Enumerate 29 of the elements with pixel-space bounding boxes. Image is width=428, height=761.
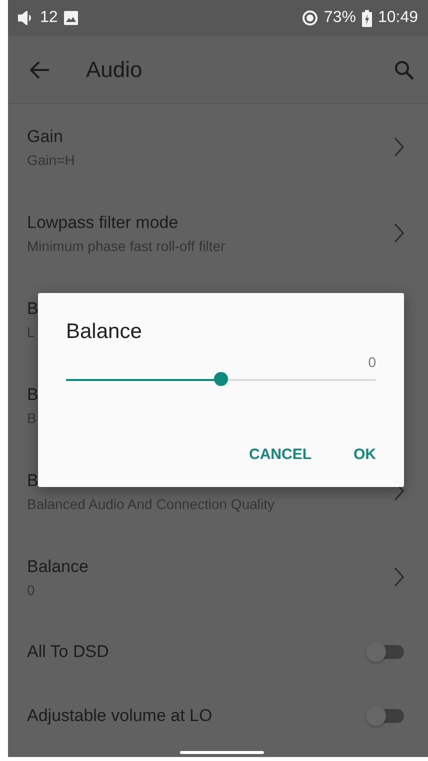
slider-value: 0 [368, 354, 376, 370]
dialog-button[interactable]: CANCEL [235, 438, 326, 471]
dialog-title: Balance [66, 320, 143, 344]
speaker-icon [18, 11, 34, 25]
chevron-right-icon [394, 137, 404, 157]
setting-title: Balance [27, 556, 88, 576]
clock-time: 10:49 [378, 9, 418, 27]
balance-slider[interactable] [66, 372, 376, 388]
battery-percent: 73% [324, 9, 356, 27]
slider-thumb[interactable] [214, 372, 228, 386]
back-button[interactable] [30, 60, 50, 78]
setting-title: B [27, 384, 38, 404]
setting-title: B [27, 470, 38, 490]
battery-charging-icon [362, 10, 372, 26]
page-title: Audio [86, 56, 144, 82]
settings-item[interactable]: Adjustable volume at LO [8, 684, 428, 748]
search-button[interactable] [394, 60, 414, 80]
volume-level: 12 [40, 9, 58, 27]
setting-title: Adjustable volume at LO [27, 706, 212, 726]
chevron-right-icon [394, 567, 404, 587]
setting-title: B [27, 298, 38, 318]
chevron-right-icon [394, 223, 404, 243]
record-icon [302, 10, 318, 26]
dialog-button[interactable]: OK [340, 438, 390, 471]
setting-title: All To DSD [27, 642, 109, 662]
image-icon [64, 11, 78, 25]
setting-title: Lowpass filter mode [27, 212, 178, 232]
settings-item[interactable]: All To DSD [8, 620, 428, 684]
setting-title: Gain [27, 126, 63, 146]
